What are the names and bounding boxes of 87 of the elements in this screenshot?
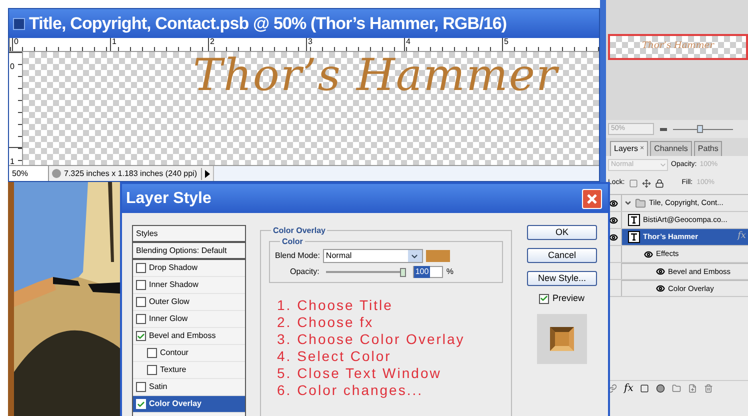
ruler-label: 1: [9, 157, 14, 165]
check-icon: [540, 294, 548, 304]
close-icon: [586, 192, 598, 204]
link-icon[interactable]: [608, 384, 617, 393]
status-icon: [52, 169, 61, 178]
section-title: Color Overlay: [271, 225, 328, 237]
ruler-label: 0: [9, 62, 14, 71]
opacity-label: Opacity:: [290, 266, 320, 278]
zoom-field[interactable]: 50%: [9, 166, 49, 181]
style-list-item[interactable]: Inner Glow: [133, 311, 245, 328]
adjustment-icon[interactable]: [656, 384, 666, 393]
eye-icon[interactable]: [609, 198, 618, 208]
horizontal-scrollbar[interactable]: [212, 166, 599, 181]
dropdown-icon: [659, 161, 667, 169]
eye-icon[interactable]: [656, 267, 665, 276]
eye-icon[interactable]: [609, 216, 618, 224]
zoom-slider[interactable]: [673, 124, 733, 134]
ruler-label: 0: [13, 37, 18, 46]
slider-thumb[interactable]: [697, 125, 704, 133]
checkbox[interactable]: [147, 348, 157, 358]
ruler-label: 1: [111, 37, 116, 46]
lock-icon[interactable]: [654, 178, 664, 188]
panel-tab[interactable]: Paths: [694, 141, 722, 156]
folder-icon: [635, 198, 646, 208]
canvas-text: Thor’s Hammer: [193, 54, 558, 98]
checkbox[interactable]: [136, 297, 146, 307]
style-list-item[interactable]: Texture: [133, 362, 245, 379]
checkbox[interactable]: [147, 365, 157, 375]
instruction-line: 3. Choose Color Overlay: [277, 331, 466, 348]
app-icon: [13, 18, 25, 30]
style-list-item[interactable]: Inner Shadow: [133, 277, 245, 294]
blend-mode-label: Blend Mode:: [275, 250, 320, 262]
color-swatch[interactable]: [426, 250, 450, 262]
instruction-line: 6. Color changes...: [277, 382, 424, 399]
eye-icon[interactable]: [609, 232, 618, 242]
ruler-label: 2: [209, 37, 214, 46]
zoom-out-icon[interactable]: [660, 128, 667, 130]
lock-transparency-icon[interactable]: [628, 178, 638, 188]
fx-button[interactable]: fx: [624, 381, 634, 396]
checkbox[interactable]: [136, 382, 146, 392]
ruler-label: 3: [307, 37, 312, 46]
preview-square-drawing: [550, 326, 574, 350]
document-info: 7.325 inches x 1.183 inches (240 ppi): [64, 168, 202, 180]
instruction-line: 2. Choose fx: [277, 314, 375, 331]
ruler-label: 5: [503, 37, 508, 46]
style-list-item[interactable]: Contour: [133, 345, 245, 362]
move-icon[interactable]: [642, 178, 651, 188]
text-layer-icon: [628, 231, 640, 243]
fx-label: fx: [738, 230, 746, 244]
style-list-item[interactable]: Color Overlay: [133, 396, 245, 413]
thumbnail-text: Thor’s Hammer: [642, 40, 714, 54]
window-title: Title, Copyright, Contact.psb @ 50% (Thor’s Hammer, RGB/16): [29, 12, 507, 35]
opacity-slider[interactable]: [326, 266, 406, 278]
style-list-item[interactable]: Drop Shadow: [133, 260, 245, 277]
dialog-button[interactable]: New Style...: [527, 271, 597, 286]
instruction-line: 1. Choose Title: [277, 297, 394, 314]
close-button[interactable]: [582, 188, 602, 208]
slider-thumb[interactable]: [400, 268, 406, 276]
checkbox[interactable]: [136, 314, 146, 324]
blend-mode-select[interactable]: Normal: [322, 249, 423, 263]
check-icon: [137, 332, 145, 340]
style-list-item[interactable]: Outer Glow: [133, 294, 245, 311]
new-layer-icon[interactable]: [688, 384, 698, 393]
eye-icon[interactable]: [656, 284, 665, 293]
ruler-label: 4: [405, 37, 410, 46]
checkbox[interactable]: [136, 263, 146, 273]
eye-icon[interactable]: [644, 250, 653, 258]
preview-label: Preview: [552, 292, 584, 305]
style-list-item[interactable]: Satin: [133, 379, 245, 396]
dialog-title: Layer Style: [126, 188, 212, 208]
mask-icon[interactable]: [640, 384, 650, 393]
dialog-button[interactable]: OK: [527, 225, 597, 240]
panel-tab[interactable]: Channels: [650, 141, 692, 156]
checkbox[interactable]: [136, 331, 146, 341]
check-icon: [137, 400, 145, 408]
instruction-line: 4. Select Color: [277, 348, 392, 365]
dropdown-icon: [408, 250, 422, 262]
percent-label: %: [446, 266, 454, 278]
opacity-field[interactable]: 100: [413, 266, 444, 278]
text-layer-icon: [628, 214, 640, 226]
folder-icon[interactable]: [672, 384, 682, 393]
dialog-button[interactable]: Cancel: [527, 248, 597, 263]
style-list-item[interactable]: Bevel and Emboss: [133, 328, 245, 345]
checkbox[interactable]: [539, 294, 550, 304]
instruction-line: 5. Close Text Window: [277, 365, 442, 382]
checkbox[interactable]: [136, 280, 146, 290]
trash-icon[interactable]: [704, 384, 714, 393]
